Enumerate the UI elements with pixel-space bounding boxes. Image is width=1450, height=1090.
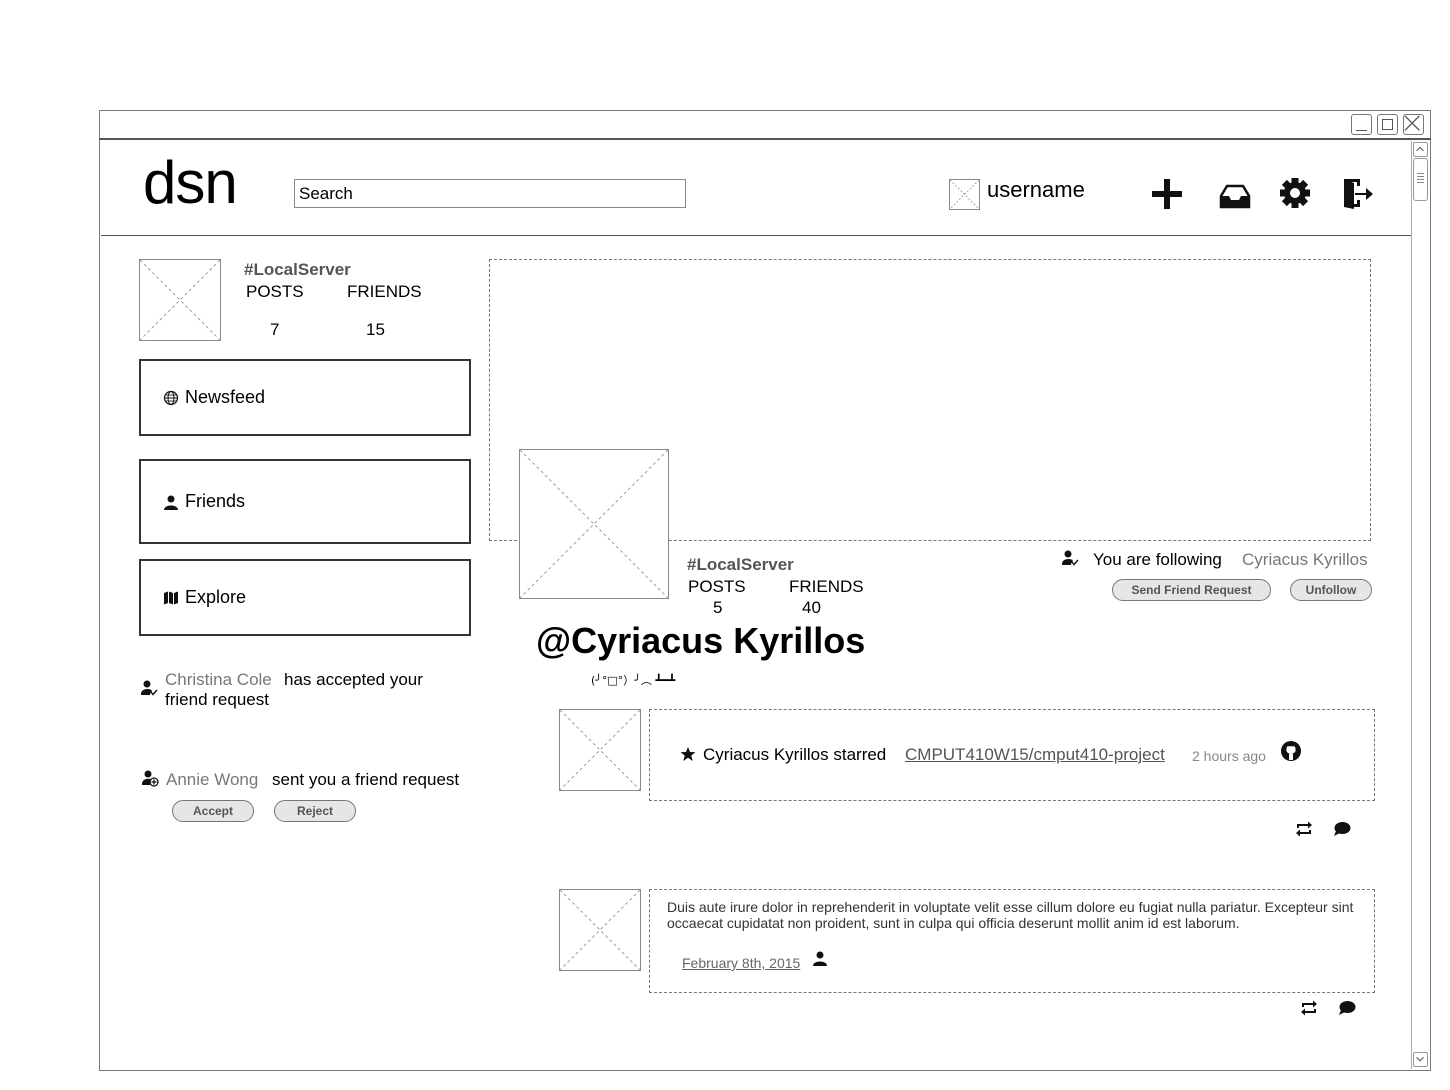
profile-display-name: @Cyriacus Kyrillos [536, 620, 866, 661]
add-icon[interactable] [1150, 176, 1184, 210]
profile-friends-count: 40 [802, 598, 821, 617]
user-add-icon [141, 769, 159, 787]
nav-friends-label: Friends [185, 491, 246, 511]
scrollbar-thumb[interactable] [1413, 158, 1428, 201]
nav-explore[interactable]: Explore [139, 559, 471, 636]
profile-tagline: (╯°□°）╯︵ ┻━┻ [591, 674, 676, 687]
repost-icon[interactable] [1294, 820, 1314, 838]
header-avatar[interactable] [949, 179, 980, 210]
accept-button[interactable]: Accept [172, 800, 254, 822]
maximize-button[interactable] [1377, 114, 1398, 135]
profile-avatar[interactable] [519, 449, 669, 599]
send-friend-request-button[interactable]: Send Friend Request [1112, 579, 1271, 601]
following-user-link[interactable]: Cyriacus Kyrillos [1242, 550, 1368, 570]
nav-newsfeed-label: Newsfeed [185, 387, 266, 407]
scroll-up-button[interactable] [1413, 142, 1428, 157]
close-icon [1404, 115, 1420, 131]
header-divider [101, 235, 1411, 236]
titlebar-divider [99, 138, 1431, 140]
sidebar-posts-label: POSTS [246, 282, 304, 301]
notification-text: has accepted your [284, 670, 423, 689]
comment-icon[interactable] [1338, 999, 1356, 1017]
reject-button[interactable]: Reject [274, 800, 356, 822]
map-icon [163, 590, 179, 606]
profile-posts-label: POSTS [688, 577, 746, 596]
chevron-down-icon [1416, 1056, 1424, 1062]
gear-icon[interactable] [1278, 176, 1312, 210]
inbox-icon[interactable] [1218, 176, 1252, 210]
nav-explore-label: Explore [185, 587, 247, 607]
post-body-text: Duis aute irure dolor in reprehenderit i… [667, 899, 1354, 931]
sidebar-friends-label: FRIENDS [347, 282, 422, 301]
profile-friends-label: FRIENDS [789, 577, 864, 596]
activity-repo-link[interactable]: CMPUT410W15/cmput410-project [905, 745, 1165, 765]
sidebar-friends-count: 15 [366, 320, 385, 339]
sidebar-server-name: #LocalServer [244, 260, 351, 279]
scroll-down-button[interactable] [1413, 1052, 1428, 1067]
activity-timestamp: 2 hours ago [1192, 748, 1266, 764]
github-icon [1280, 740, 1302, 762]
sidebar-posts-count: 7 [270, 320, 280, 339]
user-icon [163, 494, 179, 510]
header-username[interactable]: username [987, 177, 1085, 203]
close-button[interactable] [1403, 114, 1424, 135]
notification-user-link[interactable]: Annie Wong [166, 770, 258, 790]
minimize-button[interactable] [1351, 114, 1372, 135]
globe-icon [163, 390, 179, 406]
unfollow-button[interactable]: Unfollow [1290, 579, 1372, 601]
sidebar-avatar[interactable] [139, 259, 221, 341]
profile-posts-count: 5 [713, 598, 723, 617]
notification-text-continued: friend request [165, 690, 269, 709]
user-check-icon [1061, 549, 1079, 567]
activity-text: Cyriacus Kyrillos starred [703, 745, 887, 764]
profile-server-name: #LocalServer [687, 555, 794, 574]
star-icon [680, 746, 696, 762]
nav-newsfeed[interactable]: Newsfeed [139, 359, 471, 436]
post-avatar[interactable] [559, 889, 641, 971]
user-icon [811, 950, 829, 968]
app-logo[interactable]: dsn [143, 148, 238, 217]
logout-icon[interactable] [1340, 176, 1374, 210]
notification-text: sent you a friend request [272, 770, 460, 789]
comment-icon[interactable] [1333, 820, 1351, 838]
vertical-scrollbar[interactable] [1411, 141, 1429, 1069]
notification-user-link[interactable]: Christina Cole [165, 670, 272, 690]
repost-icon[interactable] [1299, 999, 1319, 1017]
post-date-link[interactable]: February 8th, 2015 [682, 955, 800, 971]
following-status-text: You are following [1093, 550, 1222, 569]
search-input[interactable] [294, 179, 686, 208]
post-avatar[interactable] [559, 709, 641, 791]
chevron-up-icon [1416, 146, 1424, 152]
nav-friends[interactable]: Friends [139, 459, 471, 544]
user-check-icon [140, 679, 158, 697]
